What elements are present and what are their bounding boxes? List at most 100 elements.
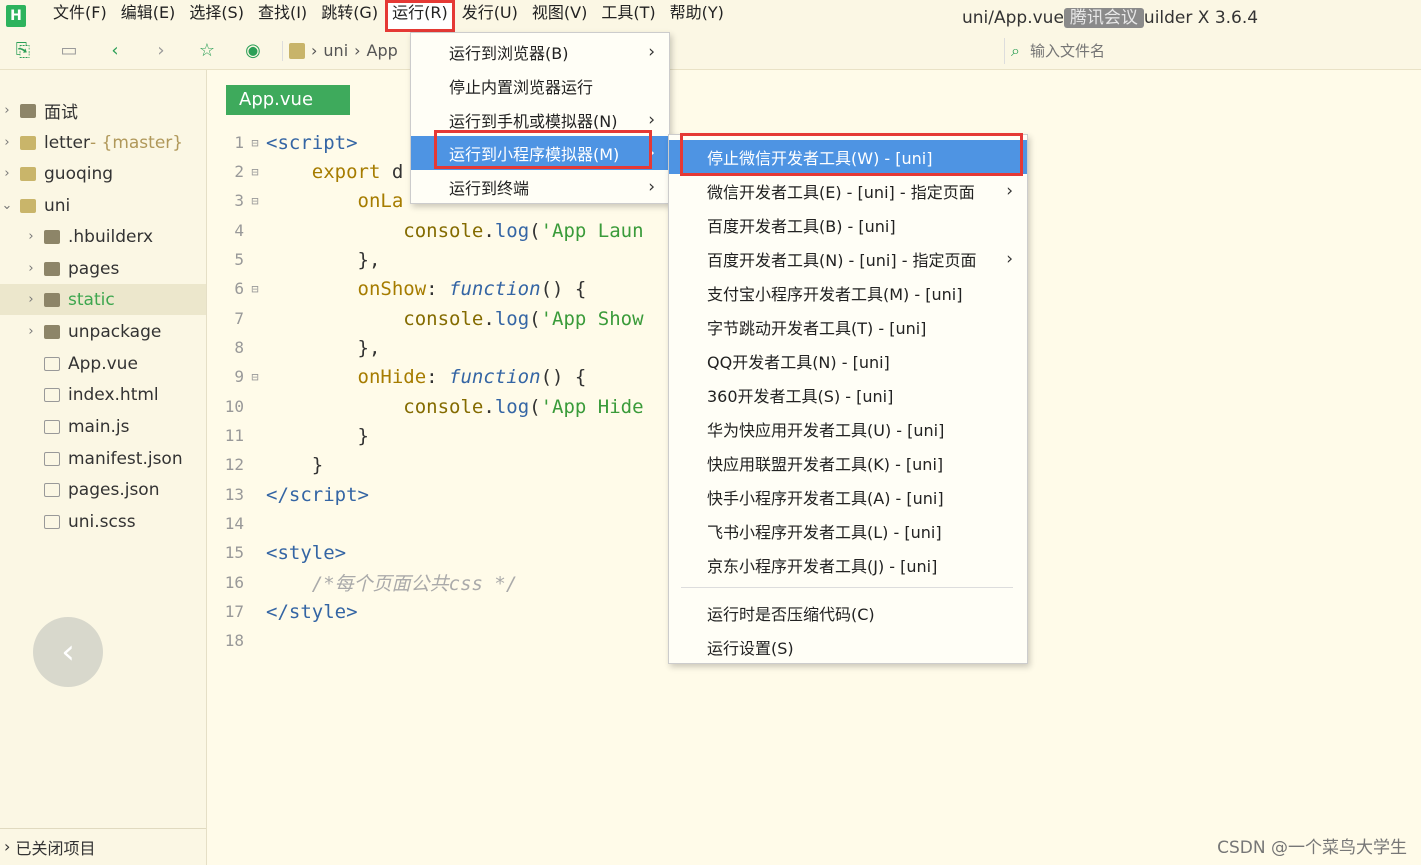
chevron-right-icon[interactable]: ›	[0, 135, 14, 150]
line-number: 9	[234, 367, 244, 386]
menu-alipay-devtools[interactable]: 支付宝小程序开发者工具(M) - [uni]	[669, 276, 1027, 310]
menu-baidu-devtools-page[interactable]: 百度开发者工具(N) - [uni] - 指定页面 ›	[669, 242, 1027, 276]
code-line: 11 }	[208, 421, 369, 450]
tree-item-static[interactable]: › static	[0, 284, 206, 315]
breadcrumb-item-app[interactable]: App	[367, 41, 398, 60]
code-line: 15 <style>	[208, 538, 346, 567]
menu-kuaishou-devtools[interactable]: 快手小程序开发者工具(A) - [uni]	[669, 480, 1027, 514]
menu-jd-devtools[interactable]: 京东小程序开发者工具(J) - [uni]	[669, 548, 1027, 582]
menu-run[interactable]: 运行(R)	[385, 0, 455, 32]
tree-item-manifest-json[interactable]: manifest.json	[0, 443, 206, 474]
tree-item-hbuilderx[interactable]: › .hbuilderx	[0, 221, 206, 252]
breadcrumb-item-uni[interactable]: uni	[323, 41, 348, 60]
tree-item-index-html[interactable]: index.html	[0, 379, 206, 410]
menu-bar: H 文件(F) 编辑(E) 选择(S) 查找(I) 跳转(G) 运行(R) 发行…	[0, 0, 1421, 32]
code-line: 9 ⊟ onHide: function() {	[208, 362, 586, 391]
menu-huawei-quickapp-devtools[interactable]: 华为快应用开发者工具(U) - [uni]	[669, 412, 1027, 446]
floating-back-button[interactable]: ‹	[33, 617, 103, 687]
document-search-icon: ⌕	[1011, 41, 1020, 60]
tree-item-uni[interactable]: ⌄ uni	[0, 190, 206, 221]
back-arrow-icon[interactable]: ‹	[92, 40, 138, 61]
breadcrumb-separator-icon: ›	[311, 41, 318, 60]
fold-icon[interactable]: ⊟	[244, 282, 266, 296]
chevron-right-icon: ›	[4, 837, 16, 856]
fold-icon[interactable]: ⊟	[244, 136, 266, 150]
menu-publish[interactable]: 发行(U)	[455, 0, 525, 32]
chevron-right-icon[interactable]: ›	[24, 292, 38, 307]
chevron-right-icon[interactable]: ›	[24, 261, 38, 276]
fold-icon[interactable]: ⊟	[244, 194, 266, 208]
save-icon[interactable]: ▭	[46, 40, 92, 61]
closed-projects[interactable]: › 已关闭项目	[0, 828, 206, 864]
file-search-input[interactable]	[1029, 42, 1330, 60]
menu-quickapp-alliance-devtools[interactable]: 快应用联盟开发者工具(K) - [uni]	[669, 446, 1027, 480]
chevron-right-icon[interactable]: ›	[0, 166, 14, 181]
menu-file[interactable]: 文件(F)	[46, 0, 114, 32]
code-editor[interactable]: 1 ⊟ <script> 2 ⊟ export d 3 ⊟ onLa 4 console…	[208, 128, 678, 668]
code-line: 8 },	[208, 333, 380, 362]
tree-item-letter[interactable]: › letter - {master}	[0, 127, 206, 158]
menu-wechat-devtools-page[interactable]: 微信开发者工具(E) - [uni] - 指定页面 ›	[669, 174, 1027, 208]
tree-item-guoqing[interactable]: › guoqing	[0, 158, 206, 189]
run-icon[interactable]: ◉	[230, 40, 276, 61]
chevron-down-icon[interactable]: ⌄	[0, 198, 14, 213]
chevron-right-icon[interactable]: ›	[24, 229, 38, 244]
menu-360-devtools[interactable]: 360开发者工具(S) - [uni]	[669, 378, 1027, 412]
menu-baidu-devtools[interactable]: 百度开发者工具(B) - [uni]	[669, 208, 1027, 242]
menu-stop-builtin-browser[interactable]: 停止内置浏览器运行	[411, 69, 669, 103]
line-number: 16	[224, 573, 244, 592]
menu-run-to-terminal[interactable]: 运行到终端 ›	[411, 170, 669, 204]
forward-arrow-icon[interactable]: ›	[138, 40, 184, 61]
menu-select[interactable]: 选择(S)	[182, 0, 251, 32]
closed-projects-label: 已关闭项目	[15, 838, 96, 858]
menu-feishu-devtools[interactable]: 飞书小程序开发者工具(L) - [uni]	[669, 514, 1027, 548]
menu-item-label: 字节跳动开发者工具(T) - [uni]	[707, 319, 927, 338]
menu-qq-devtools[interactable]: QQ开发者工具(N) - [uni]	[669, 344, 1027, 378]
code-line: 13 </script>	[208, 480, 369, 509]
menu-compress-code-toggle[interactable]: 运行时是否压缩代码(C)	[669, 596, 1027, 630]
menu-help[interactable]: 帮助(Y)	[663, 0, 731, 32]
line-number: 11	[224, 426, 244, 445]
tree-item-pages-json[interactable]: pages.json	[0, 474, 206, 505]
menu-item-label: 停止内置浏览器运行	[449, 78, 594, 97]
tree-item-main-js[interactable]: main.js	[0, 411, 206, 442]
project-icon	[20, 166, 36, 181]
tree-item-interview[interactable]: › 面试	[0, 95, 206, 126]
menu-tools[interactable]: 工具(T)	[594, 0, 662, 32]
scss-file-icon	[44, 514, 60, 529]
tree-item-label: letter	[44, 132, 90, 153]
window-title-suffix: uilder X 3.6.4	[1143, 8, 1259, 28]
star-icon[interactable]: ☆	[184, 40, 230, 61]
menu-item-label: 支付宝小程序开发者工具(M) - [uni]	[707, 285, 963, 304]
fold-icon[interactable]: ⊟	[244, 165, 266, 179]
menu-run-to-miniprogram-simulator[interactable]: 运行到小程序模拟器(M) ›	[411, 136, 669, 170]
menu-run-to-phone-emulator[interactable]: 运行到手机或模拟器(N) ›	[411, 103, 669, 137]
menu-view[interactable]: 视图(V)	[525, 0, 594, 32]
menu-find[interactable]: 查找(I)	[251, 0, 314, 32]
menu-edit[interactable]: 编辑(E)	[114, 0, 183, 32]
menu-run-settings[interactable]: 运行设置(S)	[669, 630, 1027, 664]
tree-item-label: main.js	[68, 416, 130, 437]
chevron-right-icon[interactable]: ›	[24, 324, 38, 339]
fold-icon[interactable]: ⊟	[244, 370, 266, 384]
tree-item-unpackage[interactable]: › unpackage	[0, 316, 206, 347]
code-line: 7 console.log('App Show	[208, 304, 643, 333]
code-line: 14	[208, 509, 244, 538]
git-branch-label: - {master}	[89, 132, 184, 153]
tree-item-app-vue[interactable]: App.vue	[0, 348, 206, 379]
new-file-icon[interactable]: ⎘	[0, 40, 46, 61]
menu-run-to-browser[interactable]: 运行到浏览器(B) ›	[411, 35, 669, 69]
chevron-right-icon: ›	[648, 177, 655, 197]
menu-goto[interactable]: 跳转(G)	[314, 0, 385, 32]
chevron-right-icon[interactable]: ›	[0, 103, 14, 118]
line-number: 1	[234, 133, 244, 152]
line-number: 8	[234, 338, 244, 357]
tab-app-vue[interactable]: App.vue	[226, 85, 350, 115]
tree-item-label: uni.scss	[68, 511, 136, 532]
tree-item-uni-scss[interactable]: uni.scss	[0, 506, 206, 537]
watermark: CSDN @一个菜鸟大学生	[1217, 838, 1407, 858]
menu-stop-wechat-devtools[interactable]: 停止微信开发者工具(W) - [uni]	[669, 140, 1027, 174]
tree-item-pages[interactable]: › pages	[0, 253, 206, 284]
folder-icon	[44, 261, 60, 276]
menu-bytedance-devtools[interactable]: 字节跳动开发者工具(T) - [uni]	[669, 310, 1027, 344]
